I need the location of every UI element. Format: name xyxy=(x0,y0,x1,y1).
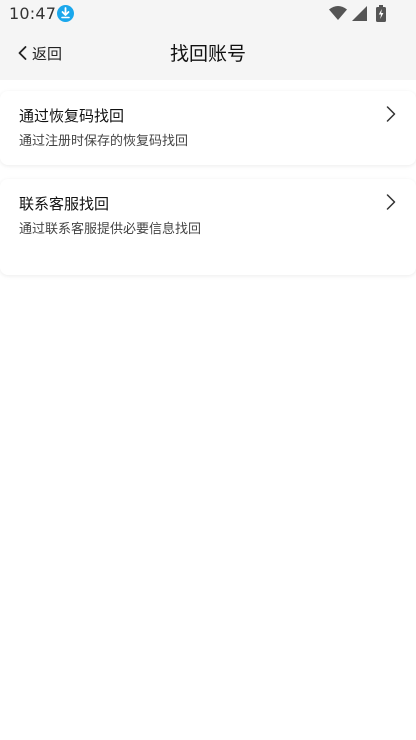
battery-charging-icon xyxy=(376,5,386,22)
option-title: 通过恢复码找回 xyxy=(19,107,125,125)
chevron-right-icon xyxy=(386,106,396,122)
page-title: 找回账号 xyxy=(169,43,246,65)
option-contact-support[interactable]: 联系客服找回 通过联系客服提供必要信息找回 xyxy=(0,179,416,275)
status-bar: 10:47 xyxy=(0,0,416,28)
nav-bar: 返回 找回账号 xyxy=(0,30,416,76)
chevron-right-icon xyxy=(386,194,396,210)
status-time: 10:47 xyxy=(9,4,57,23)
wifi-icon xyxy=(329,6,347,20)
option-title: 联系客服找回 xyxy=(19,195,110,213)
header-area: 10:47 返回 找回账号 xyxy=(0,0,416,80)
signal-icon xyxy=(352,6,367,21)
option-description: 通过注册时保存的恢复码找回 xyxy=(19,134,189,149)
option-description: 通过联系客服提供必要信息找回 xyxy=(19,222,202,237)
option-recovery-code[interactable]: 通过恢复码找回 通过注册时保存的恢复码找回 xyxy=(0,91,416,165)
download-icon xyxy=(57,5,74,22)
